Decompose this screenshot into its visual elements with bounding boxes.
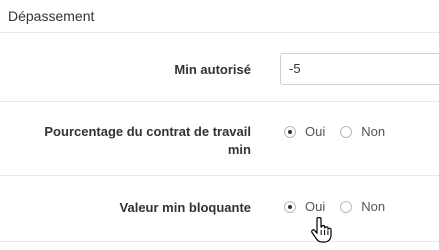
pourcentage-label-line2: min [227, 142, 251, 157]
valeur-min-oui-label: Oui [305, 199, 326, 214]
pourcentage-radio-group: Oui Non [284, 124, 385, 139]
pourcentage-oui-label: Oui [305, 124, 326, 139]
radio-checked-icon[interactable] [284, 125, 296, 138]
radio-unchecked-icon[interactable] [340, 125, 353, 138]
pourcentage-non-radio[interactable]: Non [340, 124, 385, 139]
valeur-min-oui-radio[interactable]: Oui [284, 199, 325, 214]
valeur-min-non-radio[interactable]: Non [340, 199, 385, 214]
valeur-min-non-label: Non [361, 199, 386, 214]
radio-unchecked-icon[interactable] [340, 200, 353, 213]
valeur-min-radio-group: Oui Non [284, 199, 385, 214]
min-autorise-input[interactable]: -5 [280, 53, 439, 85]
pourcentage-non-label: Non [361, 124, 386, 139]
pourcentage-label: Pourcentage du contrat de travail min [21, 123, 251, 159]
divider [0, 32, 439, 33]
pourcentage-label-line1: Pourcentage du contrat de travail [44, 124, 251, 139]
divider [0, 241, 439, 242]
divider [0, 175, 439, 176]
divider [0, 101, 439, 102]
min-autorise-label: Min autorisé [174, 62, 251, 77]
valeur-min-label: Valeur min bloquante [119, 200, 251, 215]
pourcentage-oui-radio[interactable]: Oui [284, 124, 325, 139]
hand-pointer-icon [311, 217, 332, 243]
radio-checked-icon[interactable] [284, 200, 296, 213]
section-title: Dépassement [8, 8, 95, 24]
